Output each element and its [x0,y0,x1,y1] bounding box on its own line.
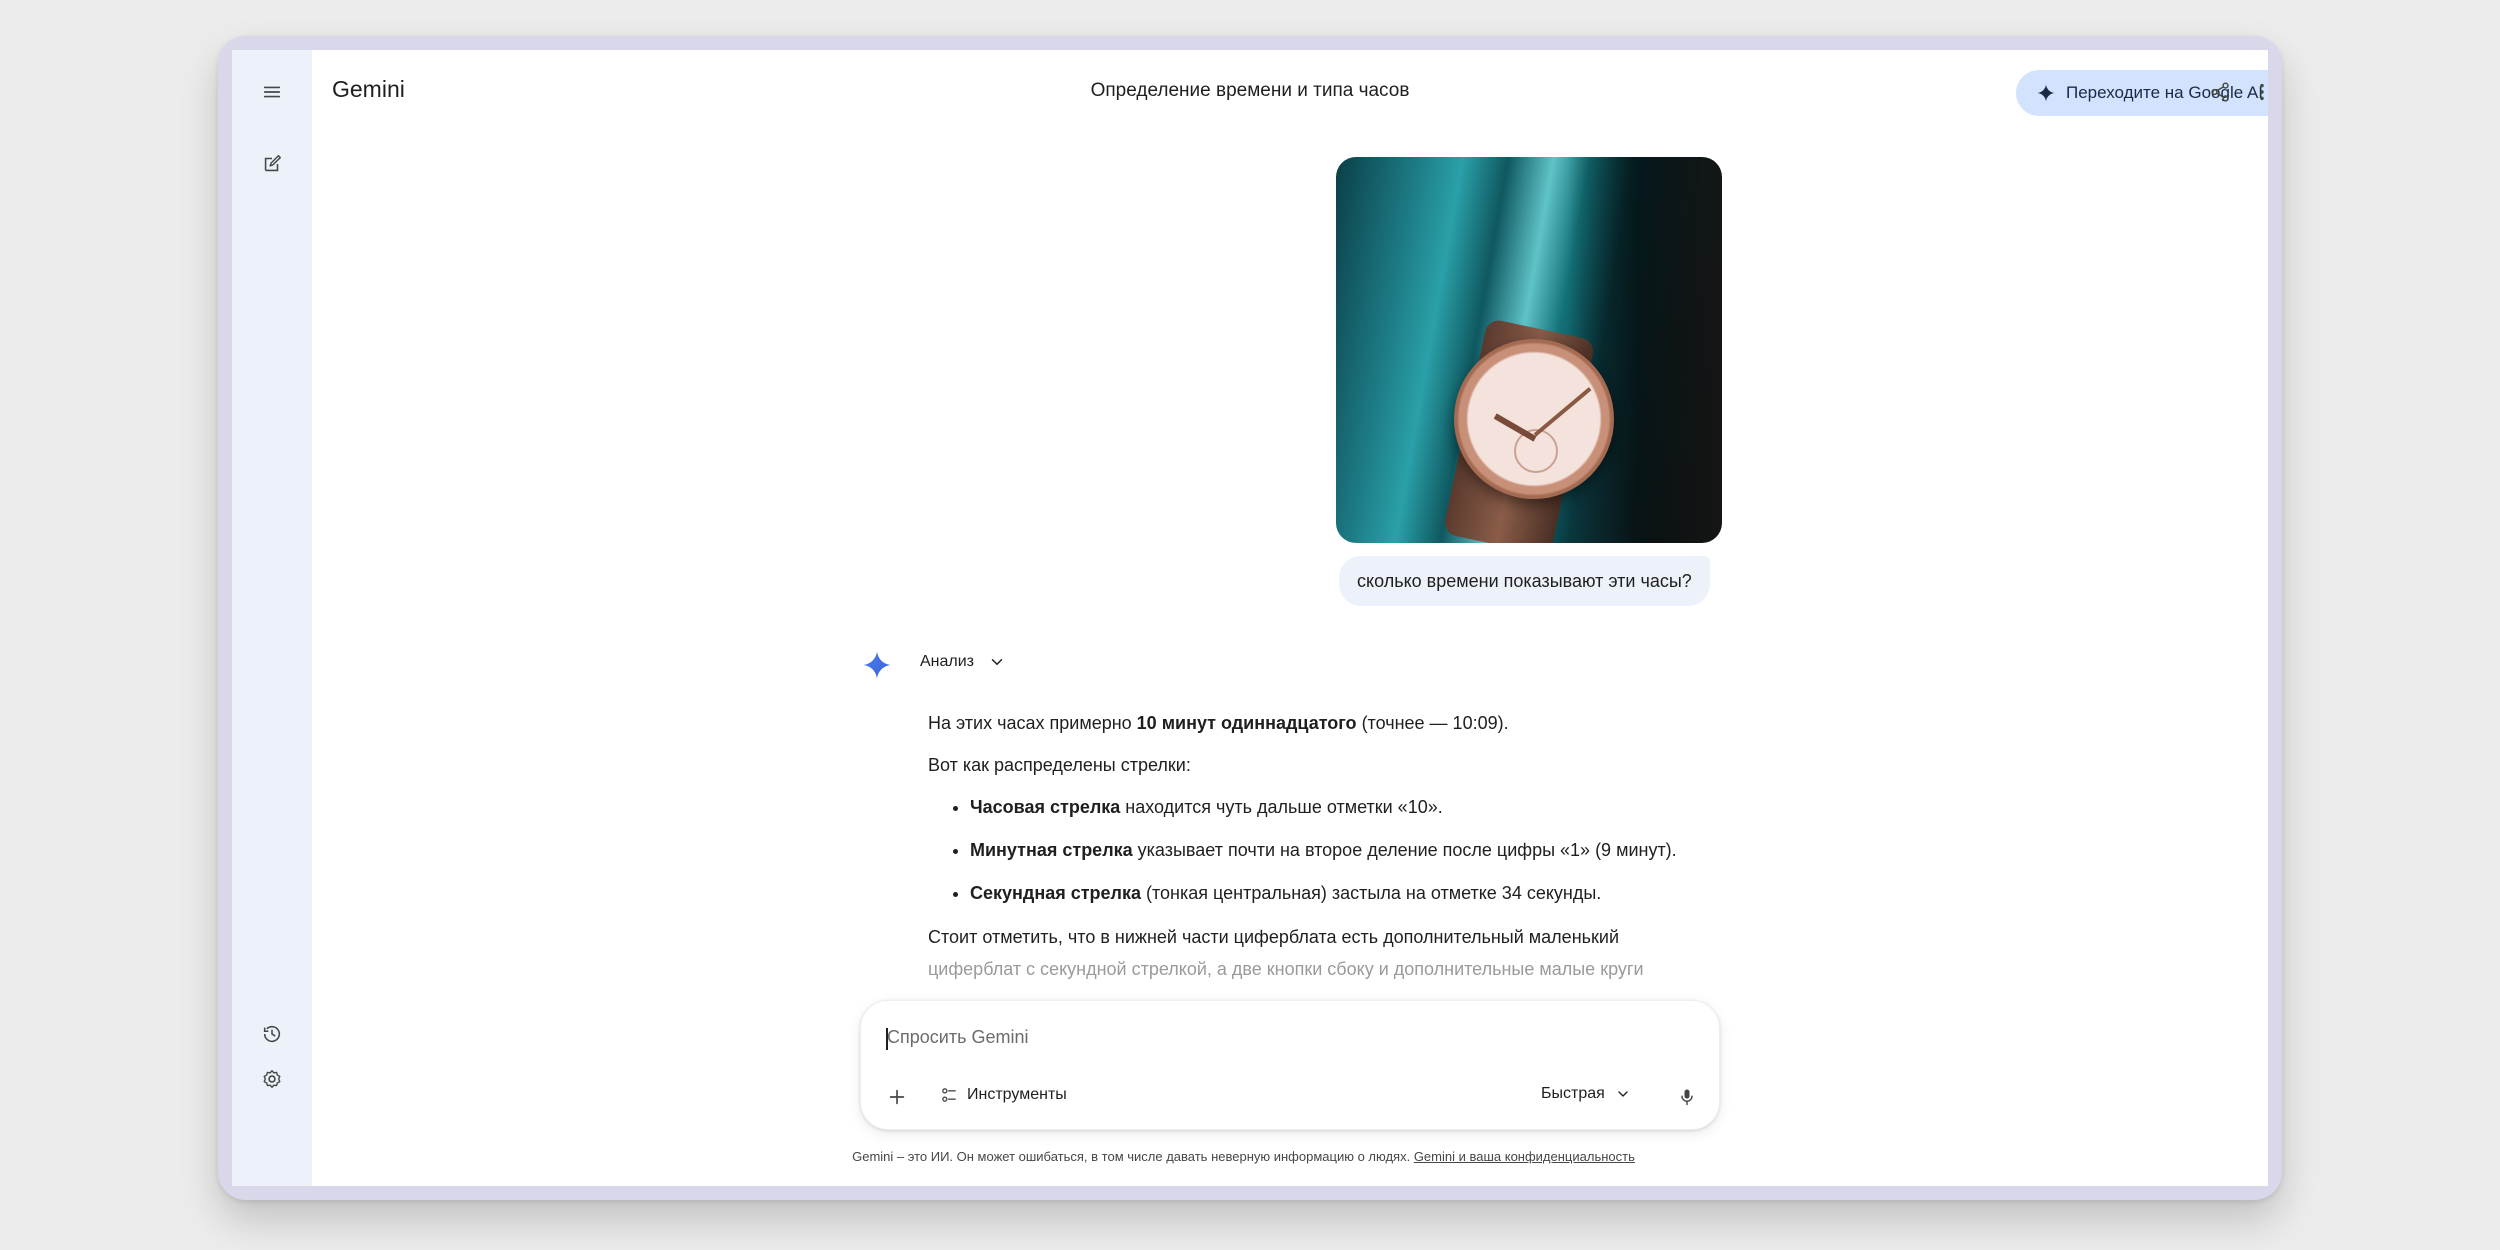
mode-label: Быстрая [1541,1085,1605,1102]
response-list: Часовая стрелка находится чуть дальше от… [928,792,1708,908]
privacy-link[interactable]: Gemini и ваша конфиденциальность [1414,1149,1635,1164]
history-icon [263,1025,281,1043]
analysis-label: Анализ [920,653,975,670]
new-chat-button[interactable] [248,140,296,188]
response-text: (точнее — 10:09). [1356,713,1509,733]
user-prompt-bubble: сколько времени показывают эти часы? [1339,556,1710,606]
uploaded-watch-photo[interactable] [1336,157,1722,543]
plus-icon [889,1089,905,1105]
settings-icon [263,1070,281,1088]
response-paragraph: Стоит отметить, что в нижней части цифер… [928,921,1708,985]
sidebar [232,50,312,1186]
history-button[interactable] [248,1010,296,1058]
watch-face [1454,339,1614,499]
edit-icon [264,155,281,172]
conversation-title: Определение времени и типа часов [1090,80,1410,101]
more-options-button[interactable] [2242,72,2268,112]
settings-button[interactable] [248,1055,296,1103]
response-bold: 10 минут одиннадцатого [1136,713,1357,733]
list-item: Часовая стрелка находится чуть дальше от… [970,792,1708,822]
prompt-composer[interactable]: Спросить Gemini Инструменты Быстрая [860,1000,1720,1130]
tools-button[interactable]: Инструменты [939,1085,1067,1105]
list-item: Секундная стрелка (тонкая центральная) з… [970,878,1708,908]
list-item: Минутная стрелка указывает почти на втор… [970,835,1708,865]
response-text: Стоит отметить, что в нижней части цифер… [928,927,1619,947]
gemini-spark-icon [2037,84,2055,102]
share-icon [2211,82,2229,102]
user-prompt-text: сколько времени показывают эти часы? [1357,570,1692,591]
chevron-down-icon [991,659,1003,665]
response-paragraph: На этих часах примерно 10 минут одиннадц… [928,708,1708,738]
model-mode-selector[interactable]: Быстрая [1541,1085,1631,1103]
prompt-input[interactable]: Спросить Gemini [887,1027,1028,1048]
add-attachment-button[interactable] [881,1081,913,1113]
disclaimer-text: Gemini – это ИИ. Он может ошибаться, в т… [852,1149,1414,1164]
analysis-toggle[interactable]: Анализ [920,653,1006,671]
response-text: На этих часах примерно [928,713,1137,733]
response-text-faded: циферблат с секундной стрелкой, а две кн… [928,959,1644,979]
disclaimer: Gemini – это ИИ. Он может ошибаться, в т… [232,1149,2268,1164]
tune-icon [942,1088,956,1102]
list-item-text: находится чуть дальше отметки «10». [1120,797,1443,817]
list-item-text: (тонкая центральная) застыла на отметке … [1141,883,1602,903]
app-window: Gemini Определение времени и типа часов … [232,50,2268,1186]
list-item-bold: Секундная стрелка [970,883,1141,903]
chevron-down-icon [1618,1091,1628,1097]
tools-label: Инструменты [967,1086,1067,1103]
list-item-bold: Часовая стрелка [970,797,1121,817]
microphone-button[interactable] [1671,1081,1703,1113]
list-item-bold: Минутная стрелка [970,840,1133,860]
top-bar: Gemini Определение времени и типа часов … [312,50,2268,134]
list-item-text: указывает почти на второе деление после … [1132,840,1677,860]
more-vert-icon [2260,83,2264,101]
mic-icon [1681,1089,1693,1106]
model-response: На этих часах примерно 10 минут одиннадц… [928,708,1708,997]
gemini-spark-icon [863,651,891,679]
response-paragraph: Вот как распределены стрелки: [928,755,1191,775]
share-button[interactable] [2200,72,2240,112]
